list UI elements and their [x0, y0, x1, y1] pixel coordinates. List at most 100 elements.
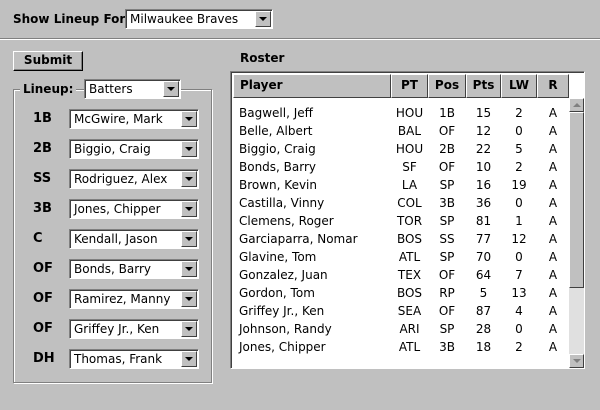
table-cell: 3B [439, 340, 455, 354]
table-row[interactable]: Jones, Chipper ATL 3B 18 2 A [233, 338, 569, 356]
table-cell: HOU [395, 106, 424, 120]
table-cell: A [548, 160, 558, 174]
lineup-type-value: Batters [89, 82, 133, 96]
table-cell: Johnson, Randy [239, 322, 332, 336]
table-cell: 12 [475, 124, 492, 138]
chevron-down-icon[interactable] [181, 321, 197, 337]
table-cell: 16 [475, 178, 492, 192]
roster-header: Player PT Pos Pts LW R [233, 74, 569, 98]
table-cell: SP [439, 178, 455, 192]
column-header-lw[interactable]: LW [501, 74, 537, 98]
table-row[interactable]: Glavine, Tom ATL SP 70 0 A [233, 248, 569, 266]
table-cell: ATL [398, 340, 421, 354]
table-cell: Clemens, Roger [239, 214, 334, 228]
table-cell: BAL [397, 124, 422, 138]
table-cell: 1B [439, 106, 455, 120]
table-cell: A [548, 196, 558, 210]
scroll-thumb[interactable] [569, 112, 584, 288]
table-row[interactable]: Brown, Kevin LA SP 16 19 A [233, 176, 569, 194]
table-row[interactable]: Gordon, Tom BOS RP 5 13 A [233, 284, 569, 302]
lineup-player-value: Kendall, Jason [74, 232, 158, 246]
chevron-down-icon[interactable] [181, 141, 197, 157]
table-row[interactable]: Castilla, Vinny COL 3B 36 0 A [233, 194, 569, 212]
table-cell: SEA [397, 304, 422, 318]
column-header-pt[interactable]: PT [391, 74, 428, 98]
table-row[interactable]: Biggio, Craig HOU 2B 22 5 A [233, 140, 569, 158]
table-cell: SS [439, 232, 455, 246]
table-cell: Gordon, Tom [239, 286, 315, 300]
column-header-pos[interactable]: Pos [428, 74, 466, 98]
table-cell: 77 [475, 232, 492, 246]
table-cell: 19 [511, 178, 527, 192]
table-cell: 2 [515, 106, 523, 120]
table-cell: OF [438, 268, 456, 282]
scroll-down-arrow-icon[interactable] [569, 354, 584, 368]
lineup-player-select[interactable]: Jones, Chipper [69, 199, 199, 219]
table-row[interactable]: Gonzalez, Juan TEX OF 64 7 A [233, 266, 569, 284]
table-cell: 2 [515, 340, 523, 354]
table-cell: A [548, 142, 558, 156]
lineup-player-select[interactable]: Rodriguez, Alex [69, 169, 199, 189]
chevron-down-icon[interactable] [181, 201, 197, 217]
table-cell: 22 [475, 142, 492, 156]
table-cell: 87 [475, 304, 492, 318]
table-cell: A [548, 232, 558, 246]
table-cell: Belle, Albert [239, 124, 313, 138]
table-cell: A [548, 322, 558, 336]
chevron-down-icon[interactable] [181, 291, 197, 307]
lineup-player-value: Biggio, Craig [74, 142, 151, 156]
column-header-r[interactable]: R [537, 74, 569, 98]
lineup-position-label: OF [33, 261, 53, 276]
top-bar: Show Lineup For: Milwaukee Braves [0, 0, 600, 38]
submit-button[interactable]: Submit [13, 51, 83, 71]
lineup-player-value: Bonds, Barry [74, 262, 152, 276]
table-row[interactable]: Garciaparra, Nomar BOS SS 77 12 A [233, 230, 569, 248]
lineup-player-select[interactable]: Ramirez, Manny [69, 289, 199, 309]
table-cell: 2B [439, 142, 455, 156]
lineup-player-value: Griffey Jr., Ken [74, 322, 160, 336]
column-header-pts[interactable]: Pts [466, 74, 501, 98]
table-row[interactable]: Belle, Albert BAL OF 12 0 A [233, 122, 569, 140]
table-cell: 0 [515, 322, 523, 336]
table-cell: 10 [475, 160, 492, 174]
chevron-down-icon[interactable] [163, 81, 179, 97]
table-row[interactable]: Johnson, Randy ARI SP 28 0 A [233, 320, 569, 338]
chevron-down-icon[interactable] [255, 11, 271, 27]
team-select[interactable]: Milwaukee Braves [125, 9, 273, 29]
lineup-player-select[interactable]: Griffey Jr., Ken [69, 319, 199, 339]
table-cell: SP [439, 214, 455, 228]
table-cell: A [548, 304, 558, 318]
chevron-down-icon[interactable] [181, 111, 197, 127]
table-row[interactable]: Bonds, Barry SF OF 10 2 A [233, 158, 569, 176]
table-cell: 12 [511, 232, 527, 246]
lineup-player-select[interactable]: McGwire, Mark [69, 109, 199, 129]
lineup-position-label: C [33, 231, 43, 246]
table-row[interactable]: Bagwell, Jeff HOU 1B 15 2 A [233, 104, 569, 122]
table-cell: SF [402, 160, 417, 174]
lineup-player-value: Jones, Chipper [74, 202, 161, 216]
lineup-player-select[interactable]: Thomas, Frank [69, 349, 199, 369]
roster-title: Roster [240, 51, 285, 65]
table-cell: HOU [395, 142, 424, 156]
lineup-player-select[interactable]: Kendall, Jason [69, 229, 199, 249]
lineup-player-select[interactable]: Bonds, Barry [69, 259, 199, 279]
table-cell: Castilla, Vinny [239, 196, 325, 210]
table-row[interactable]: Griffey Jr., Ken SEA OF 87 4 A [233, 302, 569, 320]
table-row[interactable]: Clemens, Roger TOR SP 81 1 A [233, 212, 569, 230]
lineup-player-value: Ramirez, Manny [74, 292, 171, 306]
table-cell: 5 [515, 142, 523, 156]
scroll-up-arrow-icon[interactable] [569, 98, 584, 112]
table-cell: 36 [475, 196, 492, 210]
table-cell: 5 [479, 286, 488, 300]
table-cell: 1 [515, 214, 523, 228]
lineup-player-select[interactable]: Biggio, Craig [69, 139, 199, 159]
chevron-down-icon[interactable] [181, 171, 197, 187]
lineup-type-select[interactable]: Batters [84, 79, 181, 99]
table-cell: Griffey Jr., Ken [239, 304, 325, 318]
chevron-down-icon[interactable] [181, 261, 197, 277]
roster-scrollbar[interactable] [569, 98, 584, 368]
chevron-down-icon[interactable] [181, 231, 197, 247]
column-header-player[interactable]: Player [233, 74, 391, 98]
chevron-down-icon[interactable] [181, 351, 197, 367]
roster-table: Player PT Pos Pts LW R Bagwell, Jeff HOU 1B 15 2 A… [230, 71, 585, 369]
